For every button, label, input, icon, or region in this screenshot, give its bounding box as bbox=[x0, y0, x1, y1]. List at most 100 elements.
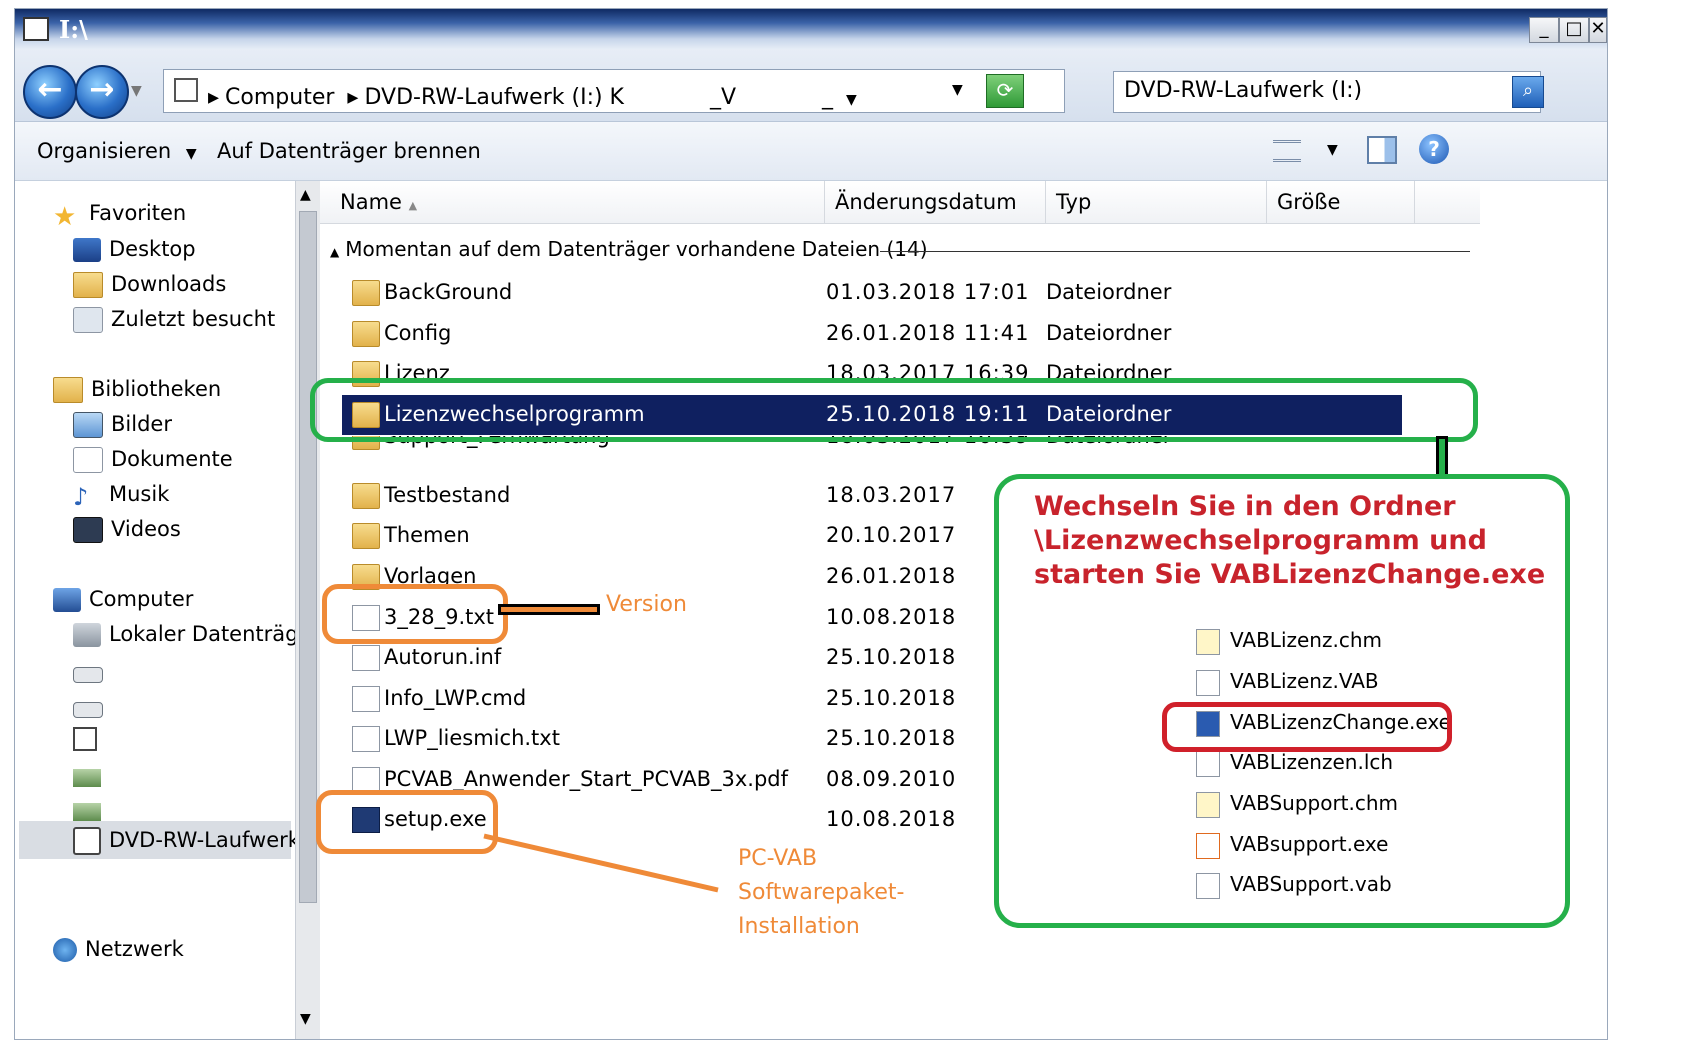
nav-scrollbar[interactable]: ▲ ▼ bbox=[295, 181, 320, 1039]
crumb-computer[interactable]: Computer bbox=[225, 85, 334, 110]
instruction-text: Wechseln Sie in den Ordner \Lizenzwechse… bbox=[1034, 491, 1546, 590]
nav-videos[interactable]: Videos bbox=[73, 517, 181, 543]
title-bar[interactable]: I:\ _ □ ✕ bbox=[15, 9, 1607, 49]
close-button[interactable]: ✕ bbox=[1589, 17, 1607, 43]
help-file-icon bbox=[1196, 791, 1220, 818]
search-box[interactable]: ⌕ bbox=[1113, 71, 1544, 113]
file-row[interactable]: BackGround 01.03.2018 17:01 Dateiordner bbox=[342, 273, 1402, 313]
network-icon bbox=[53, 938, 77, 962]
nav-favorites[interactable]: ★ Favoriten bbox=[53, 201, 186, 232]
subfile-item: VABSupport.vab bbox=[1196, 872, 1392, 899]
dvd-drive-icon bbox=[73, 827, 101, 855]
network-drive-icon-2[interactable] bbox=[73, 803, 101, 821]
history-dropdown-icon[interactable]: ▼ bbox=[131, 83, 142, 99]
scroll-thumb[interactable] bbox=[299, 211, 317, 903]
nav-pictures[interactable]: Bilder bbox=[73, 412, 172, 438]
subfile-item: VABLizenz.chm bbox=[1196, 628, 1382, 655]
scroll-up-arrow-icon[interactable]: ▲ bbox=[300, 187, 311, 203]
support-exe-icon bbox=[1196, 832, 1220, 859]
crumb-redacted-2 bbox=[749, 78, 810, 104]
search-input[interactable] bbox=[1114, 72, 1514, 108]
text-file-icon bbox=[352, 726, 380, 752]
drive-icon-2[interactable] bbox=[73, 702, 103, 718]
network-drive-icon-1[interactable] bbox=[73, 769, 101, 787]
folder-icon bbox=[352, 280, 380, 306]
settings-file-icon bbox=[352, 645, 380, 671]
address-bar-area: ← → ▼ ▸ Computer ▸ DVD-RW-Laufwerk (I:) K … bbox=[15, 49, 1607, 122]
crumb-dvd-drive[interactable]: DVD-RW-Laufwerk (I:) K bbox=[364, 85, 624, 110]
nav-documents[interactable]: Dokumente bbox=[73, 447, 233, 473]
nav-desktop[interactable]: Desktop bbox=[73, 237, 196, 262]
column-size[interactable]: Größe bbox=[1267, 181, 1415, 223]
nav-dvd-drive[interactable]: DVD-RW-Laufwerk bbox=[73, 827, 300, 855]
green-highlight-selected-folder bbox=[310, 378, 1478, 442]
red-highlight-change-exe bbox=[1162, 702, 1452, 752]
drive-icon bbox=[23, 17, 49, 41]
crumb-part: _V bbox=[709, 85, 737, 110]
column-header: Name ▲ Änderungsdatum Typ Größe bbox=[320, 181, 1480, 224]
scroll-down-arrow-icon[interactable]: ▼ bbox=[300, 1011, 311, 1027]
command-bar: Organisieren ▼ Auf Datenträger brennen ▼… bbox=[15, 122, 1607, 181]
refresh-icon[interactable]: ⟳ bbox=[986, 74, 1024, 108]
address-dropdown-icon[interactable]: ▼ bbox=[952, 82, 963, 98]
pictures-icon bbox=[73, 412, 103, 438]
orange-highlight-version-file bbox=[322, 584, 508, 644]
cmd-file-icon bbox=[352, 686, 380, 712]
crumb-part-end: _ bbox=[822, 85, 834, 110]
window-title: I:\ bbox=[59, 15, 88, 44]
drive-icon-1[interactable] bbox=[73, 667, 103, 683]
folder-icon bbox=[352, 483, 380, 509]
column-date[interactable]: Änderungsdatum bbox=[825, 181, 1046, 223]
back-button[interactable]: ← bbox=[23, 65, 77, 119]
blank-file-icon bbox=[1196, 669, 1220, 696]
nav-libraries[interactable]: Bibliotheken bbox=[53, 377, 221, 403]
blank-file-icon bbox=[1196, 872, 1220, 899]
view-options-icon[interactable] bbox=[1273, 140, 1301, 162]
version-label: Version bbox=[606, 592, 687, 617]
nav-recent[interactable]: Zuletzt besucht bbox=[73, 307, 275, 333]
crumb-dropdown-icon[interactable]: ▼ bbox=[846, 92, 857, 108]
column-type[interactable]: Typ bbox=[1046, 181, 1267, 223]
file-row[interactable]: Config 26.01.2018 11:41 Dateiordner bbox=[342, 314, 1402, 354]
nav-music[interactable]: ♪ Musik bbox=[73, 482, 169, 511]
collapse-icon: ▲ bbox=[330, 245, 340, 259]
subfile-item: VABSupport.chm bbox=[1196, 791, 1398, 818]
orange-connector-setup bbox=[483, 833, 719, 893]
nav-network[interactable]: Netzwerk bbox=[53, 937, 184, 962]
help-icon[interactable]: ? bbox=[1419, 134, 1449, 164]
forward-button[interactable]: → bbox=[75, 65, 129, 119]
help-file-icon bbox=[1196, 628, 1220, 655]
music-icon: ♪ bbox=[73, 483, 89, 511]
minimize-button[interactable]: _ bbox=[1529, 17, 1559, 43]
organize-label: Organisieren bbox=[37, 139, 172, 163]
subfile-item: VABLizenzen.lch bbox=[1196, 750, 1393, 777]
nav-downloads[interactable]: Downloads bbox=[73, 272, 226, 298]
star-icon: ★ bbox=[53, 202, 77, 232]
view-dropdown-icon[interactable]: ▼ bbox=[1327, 142, 1338, 158]
column-name[interactable]: Name ▲ bbox=[320, 181, 825, 223]
maximize-button[interactable]: □ bbox=[1559, 17, 1589, 43]
group-header[interactable]: ▲ Momentan auf dem Datenträger vorhandene… bbox=[330, 237, 928, 261]
preview-pane-icon[interactable] bbox=[1367, 136, 1397, 164]
documents-icon bbox=[73, 447, 103, 473]
recent-places-icon bbox=[73, 307, 103, 333]
search-icon[interactable]: ⌕ bbox=[1512, 76, 1544, 108]
orange-connector-version bbox=[498, 604, 600, 615]
folder-icon bbox=[352, 321, 380, 347]
blank-file-icon bbox=[1196, 750, 1220, 777]
folder-icon bbox=[352, 523, 380, 549]
navigation-pane: ★ Favoriten Desktop Downloads Zuletzt bes… bbox=[15, 181, 311, 1039]
desktop-icon bbox=[73, 238, 101, 262]
nav-computer[interactable]: Computer bbox=[53, 587, 193, 612]
downloads-folder-icon bbox=[73, 272, 103, 298]
orange-highlight-setup bbox=[316, 790, 498, 854]
sort-ascending-icon: ▲ bbox=[408, 199, 418, 212]
drive-crumb-icon bbox=[174, 78, 198, 102]
libraries-icon bbox=[53, 377, 83, 403]
breadcrumb[interactable]: ▸ Computer ▸ DVD-RW-Laufwerk (I:) K _V _ ▼… bbox=[163, 69, 1065, 113]
drive-icon-3[interactable] bbox=[73, 727, 97, 751]
burn-button[interactable]: Auf Datenträger brennen bbox=[217, 139, 481, 163]
organize-menu-button[interactable]: Organisieren ▼ bbox=[37, 139, 197, 163]
local-disk-icon bbox=[73, 623, 101, 647]
nav-local-disk[interactable]: Lokaler Datenträge bbox=[73, 622, 311, 647]
